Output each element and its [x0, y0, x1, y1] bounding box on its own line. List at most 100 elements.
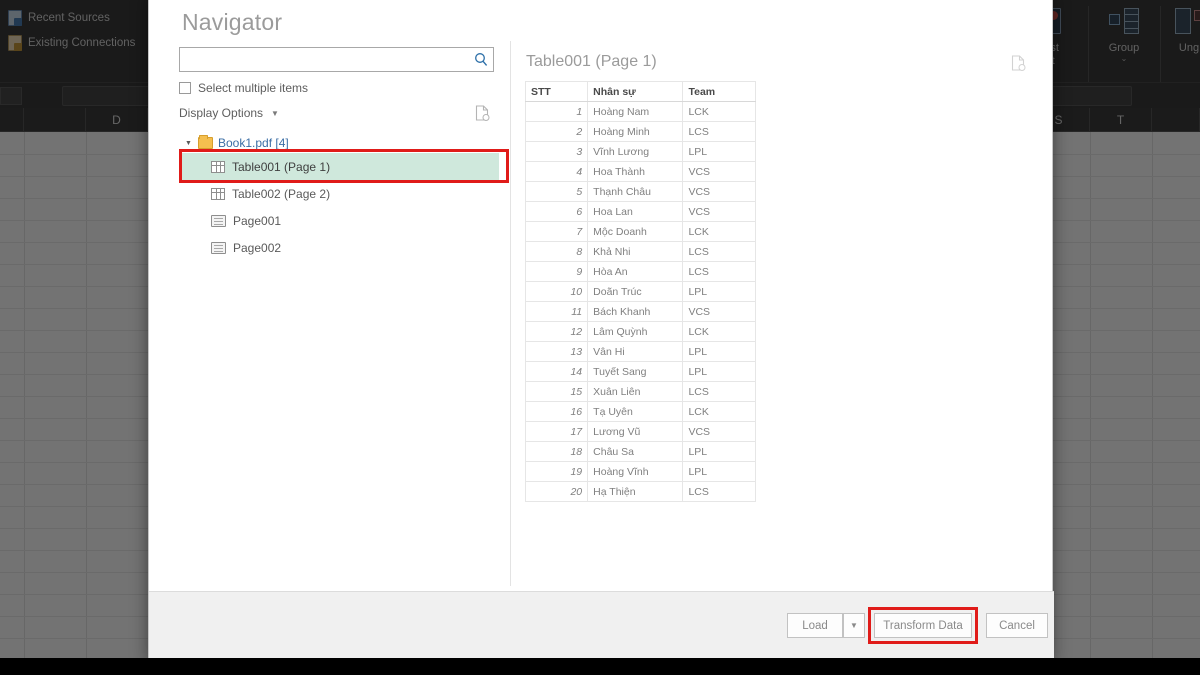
- table-cell: VCS: [683, 202, 756, 222]
- table-cell: Doãn Trúc: [588, 282, 683, 302]
- table-cell: Hoàng Vĩnh: [588, 462, 683, 482]
- table-cell: LCS: [683, 262, 756, 282]
- preview-title: Table001 (Page 1): [526, 53, 657, 71]
- load-dropdown-button[interactable]: ▼: [843, 613, 865, 638]
- table-cell: LCS: [683, 122, 756, 142]
- table-cell: Tuyết Sang: [588, 362, 683, 382]
- tree-item-page001[interactable]: Page001: [179, 207, 499, 234]
- table-cell: Hoàng Minh: [588, 122, 683, 142]
- table-row: 5Thạnh ChâuVCS: [526, 182, 756, 202]
- table-cell: 17: [526, 422, 588, 442]
- display-options-row[interactable]: Display Options ▼: [179, 106, 279, 120]
- table-cell: Hoàng Nam: [588, 102, 683, 122]
- tree-item-label: Page002: [233, 241, 281, 255]
- table-row: 16Tạ UyênLCK: [526, 402, 756, 422]
- select-multiple-items-row[interactable]: Select multiple items: [179, 81, 308, 95]
- table-cell: Mộc Doanh: [588, 222, 683, 242]
- table-cell: LCS: [683, 382, 756, 402]
- table-cell: Bách Khanh: [588, 302, 683, 322]
- table-cell: 3: [526, 142, 588, 162]
- table-cell: 2: [526, 122, 588, 142]
- tree-item-table001[interactable]: Table001 (Page 1): [179, 153, 499, 180]
- table-cell: Khả Nhi: [588, 242, 683, 262]
- navigator-tree: ▼ Book1.pdf [4] Table001 (Page 1) Table0…: [179, 133, 499, 261]
- dialog-title: Navigator: [182, 9, 282, 36]
- tree-item-label: Table002 (Page 2): [232, 187, 330, 201]
- table-row: 3Vĩnh LươngLPL: [526, 142, 756, 162]
- table-row: 11Bách KhanhVCS: [526, 302, 756, 322]
- table-cell: 5: [526, 182, 588, 202]
- table-icon: [211, 188, 225, 200]
- table-header-row: STTNhân sựTeam: [526, 82, 756, 102]
- tree-node-book1-pdf[interactable]: ▼ Book1.pdf [4]: [179, 133, 499, 153]
- table-cell: 10: [526, 282, 588, 302]
- table-cell: LCS: [683, 482, 756, 502]
- select-multiple-checkbox[interactable]: [179, 82, 191, 94]
- select-multiple-label: Select multiple items: [198, 81, 308, 95]
- table-row: 17Lương VũVCS: [526, 422, 756, 442]
- refresh-preview-icon[interactable]: [1011, 55, 1026, 71]
- table-cell: VCS: [683, 422, 756, 442]
- table-cell: 12: [526, 322, 588, 342]
- table-row: 20Hạ ThiệnLCS: [526, 482, 756, 502]
- tree-item-label: Page001: [233, 214, 281, 228]
- table-cell: 19: [526, 462, 588, 482]
- column-header-0: STT: [526, 82, 588, 102]
- display-options-label: Display Options: [179, 106, 263, 120]
- table-cell: Hoa Thành: [588, 162, 683, 182]
- refresh-document-icon[interactable]: [475, 105, 490, 121]
- table-row: 14Tuyết SangLPL: [526, 362, 756, 382]
- table-cell: LPL: [683, 362, 756, 382]
- tree-item-page002[interactable]: Page002: [179, 234, 499, 261]
- table-cell: VCS: [683, 162, 756, 182]
- tree-item-table002[interactable]: Table002 (Page 2): [179, 180, 499, 207]
- table-cell: 6: [526, 202, 588, 222]
- table-row: 4Hoa ThànhVCS: [526, 162, 756, 182]
- chevron-down-icon[interactable]: ▼: [271, 109, 279, 118]
- folder-icon: [198, 137, 213, 149]
- column-header-2: Team: [683, 82, 756, 102]
- page-icon: [211, 242, 226, 254]
- table-row: 19Hoàng VĩnhLPL: [526, 462, 756, 482]
- expand-arrow-icon[interactable]: ▼: [185, 140, 193, 147]
- table-cell: Xuân Liên: [588, 382, 683, 402]
- tree-item-label: Table001 (Page 1): [232, 160, 330, 174]
- table-cell: LCS: [683, 242, 756, 262]
- table-row: 10Doãn TrúcLPL: [526, 282, 756, 302]
- tree-root-label: Book1.pdf [4]: [218, 136, 289, 150]
- search-icon: [474, 52, 488, 67]
- table-cell: Hạ Thiện: [588, 482, 683, 502]
- table-row: 12Lâm QuỳnhLCK: [526, 322, 756, 342]
- table-cell: 20: [526, 482, 588, 502]
- dialog-footer: Load ▼ Transform Data Cancel: [149, 591, 1054, 659]
- table-cell: 9: [526, 262, 588, 282]
- table-cell: LCK: [683, 102, 756, 122]
- transform-data-button[interactable]: Transform Data: [874, 613, 972, 638]
- table-cell: 7: [526, 222, 588, 242]
- table-row: 7Mộc DoanhLCK: [526, 222, 756, 242]
- table-cell: VCS: [683, 302, 756, 322]
- table-cell: 14: [526, 362, 588, 382]
- search-box[interactable]: [179, 47, 494, 72]
- table-cell: LPL: [683, 442, 756, 462]
- table-row: 8Khả NhiLCS: [526, 242, 756, 262]
- table-row: 6Hoa LanVCS: [526, 202, 756, 222]
- table-row: 18Châu SaLPL: [526, 442, 756, 462]
- table-row: 9Hòa AnLCS: [526, 262, 756, 282]
- search-input[interactable]: [185, 48, 465, 71]
- table-cell: Tạ Uyên: [588, 402, 683, 422]
- table-cell: Vĩnh Lương: [588, 142, 683, 162]
- table-cell: Châu Sa: [588, 442, 683, 462]
- cancel-button[interactable]: Cancel: [986, 613, 1048, 638]
- table-cell: 16: [526, 402, 588, 422]
- preview-table: STTNhân sựTeam 1Hoàng NamLCK2Hoàng MinhL…: [525, 81, 756, 502]
- table-cell: LPL: [683, 282, 756, 302]
- load-button[interactable]: Load: [787, 613, 843, 638]
- column-header-1: Nhân sự: [588, 82, 683, 102]
- table-cell: LPL: [683, 142, 756, 162]
- table-cell: 18: [526, 442, 588, 462]
- table-cell: Hòa An: [588, 262, 683, 282]
- table-cell: VCS: [683, 182, 756, 202]
- letterbox-bar: [0, 658, 1200, 675]
- navigator-left-pane: Select multiple items Display Options ▼ …: [149, 41, 509, 593]
